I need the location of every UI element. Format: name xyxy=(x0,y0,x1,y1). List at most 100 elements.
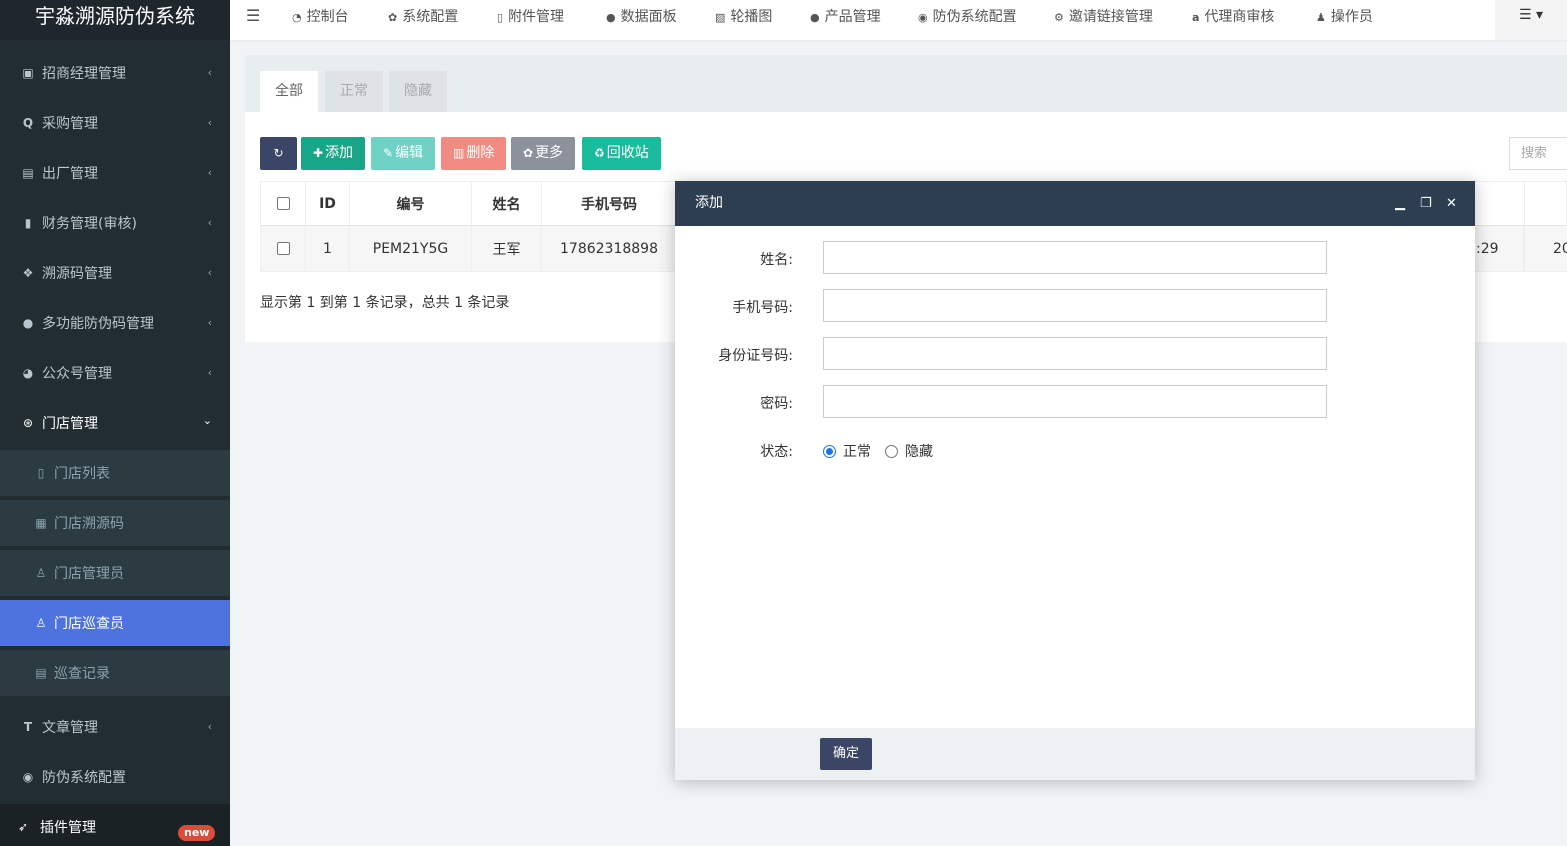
row-checkbox-cell[interactable] xyxy=(261,226,306,271)
add-button-label: 添加 xyxy=(325,145,354,161)
menu-toggle-icon[interactable]: ☰ xyxy=(246,6,260,25)
tab-all[interactable]: 全部 xyxy=(260,71,318,112)
sidebar-item-wechat[interactable]: ◕ 公众号管理 ‹ xyxy=(0,350,230,396)
more-button[interactable]: ✿ 更多 xyxy=(511,137,576,170)
chevron-left-icon: ‹ xyxy=(207,216,212,229)
dialog-header[interactable]: 添加 xyxy=(675,181,1475,226)
status-label: 状态: xyxy=(760,444,793,460)
status-normal-label[interactable]: 正常 xyxy=(843,441,871,461)
plus-icon: ✚ xyxy=(313,146,324,160)
status-hidden-label[interactable]: 隐藏 xyxy=(905,441,933,461)
delete-button[interactable]: ▥ 删除 xyxy=(441,137,507,170)
select-all-checkbox[interactable] xyxy=(276,197,290,210)
confirm-button[interactable]: 确定 xyxy=(820,738,873,770)
add-button[interactable]: ✚ 添加 xyxy=(301,137,366,170)
chevron-left-icon: ‹ xyxy=(207,166,212,179)
chevron-left-icon: ‹ xyxy=(207,266,212,279)
sidebar-item-trace-code[interactable]: ❖ 溯源码管理 ‹ xyxy=(0,250,230,296)
topnav-item-label: 附件管理 xyxy=(508,9,565,25)
settings-dropdown-icon[interactable]: ☰ ▾ xyxy=(1495,0,1567,40)
id-card-input[interactable] xyxy=(823,337,1327,370)
close-icon[interactable]: ✕ xyxy=(1446,181,1457,226)
sidebar-sub-store-inspector[interactable]: ♙ 门店巡查员 xyxy=(0,600,230,646)
sidebar-item-article[interactable]: T 文章管理 ‹ xyxy=(0,704,230,750)
sidebar-item-label: 文章管理 xyxy=(42,720,98,736)
edit-button[interactable]: ✎ 编辑 xyxy=(371,137,436,170)
sidebar-sub-store-list[interactable]: ▯ 门店列表 xyxy=(0,450,230,496)
sidebar-item-factory[interactable]: ▤ 出厂管理 ‹ xyxy=(0,150,230,196)
edit-button-label: 编辑 xyxy=(395,145,424,161)
wechat-icon: ◕ xyxy=(22,366,34,380)
topnav-item-dashboard[interactable]: ◔ 控制台 xyxy=(292,6,349,26)
maximize-icon[interactable]: ❐ xyxy=(1420,181,1432,226)
cubes-icon: ❖ xyxy=(22,266,34,280)
sidebar-item-store[interactable]: ⊛ 门店管理 ⌄ xyxy=(0,400,230,446)
select-all-checkbox-cell[interactable] xyxy=(261,182,306,225)
image-icon: ▨ xyxy=(715,11,726,24)
sidebar-sub-store-trace-code[interactable]: ▦ 门店溯源码 xyxy=(0,500,230,546)
chevron-left-icon: ‹ xyxy=(207,316,212,329)
cog-icon: ✿ xyxy=(388,11,398,24)
column-header-code[interactable]: 编号 xyxy=(350,182,472,225)
pagination-summary: 显示第 1 到第 1 条记录，总共 1 条记录 xyxy=(260,295,510,311)
column-header-phone[interactable]: 手机号码 xyxy=(542,182,677,225)
recycle-icon: ♻ xyxy=(594,146,605,160)
sidebar-item-anti-fake-code[interactable]: ● 多功能防伪码管理 ‹ xyxy=(0,300,230,346)
qrcode-icon: ▦ xyxy=(35,516,47,530)
tab-hidden[interactable]: 隐藏 xyxy=(389,71,447,112)
cell-id: 1 xyxy=(306,226,350,271)
sidebar-item-label: 招商经理管理 xyxy=(42,66,126,82)
tab-normal[interactable]: 正常 xyxy=(325,71,383,112)
sidebar-item-label: 采购管理 xyxy=(42,116,98,132)
sidebar-item-plugins[interactable]: ➶ 插件管理 new xyxy=(0,804,230,846)
topnav-item-label: 产品管理 xyxy=(824,9,881,25)
sidebar-item-anti-fake-config[interactable]: ◉ 防伪系统配置 xyxy=(0,754,230,800)
refresh-button[interactable]: ↻ xyxy=(260,137,297,170)
password-label: 密码: xyxy=(760,396,793,412)
user-icon: ♟ xyxy=(1316,11,1326,24)
password-input[interactable] xyxy=(823,385,1327,418)
topnav-item-invite-link[interactable]: ⚙ 邀请链接管理 xyxy=(1054,6,1153,26)
brand-logo[interactable]: 宇淼溯源防伪系统 xyxy=(0,0,230,40)
sidebar-item-finance[interactable]: ▮ 财务管理(审核) ‹ xyxy=(0,200,230,246)
recycle-bin-button[interactable]: ♻ 回收站 xyxy=(582,137,661,170)
name-label: 姓名: xyxy=(760,252,793,268)
column-header-id[interactable]: ID xyxy=(306,182,350,225)
search-input[interactable]: 搜索 xyxy=(1509,137,1567,170)
cell-time-partial: :29 xyxy=(1476,226,1524,271)
sidebar-item-label: 溯源码管理 xyxy=(42,266,112,282)
column-header-name[interactable]: 姓名 xyxy=(472,182,542,225)
more-button-label: 更多 xyxy=(535,145,564,161)
topnav-item-label: 防伪系统配置 xyxy=(932,9,1017,25)
sidebar-sub-label: 门店溯源码 xyxy=(54,516,124,532)
status-normal-radio[interactable] xyxy=(823,445,836,458)
chrome-icon: ◉ xyxy=(918,11,928,24)
pencil-icon: ✎ xyxy=(383,146,394,160)
sidebar-item-merchant-manager[interactable]: ▣ 招商经理管理 ‹ xyxy=(0,50,230,96)
sidebar-sub-inspection-record[interactable]: ▤ 巡查记录 xyxy=(0,650,230,696)
phone-input[interactable] xyxy=(823,289,1327,322)
topnav-item-operator[interactable]: ♟ 操作员 xyxy=(1316,6,1373,26)
sidebar-item-label: 门店管理 xyxy=(42,416,98,432)
sidebar-sub-label: 门店管理员 xyxy=(54,566,124,582)
topnav-item-attachment[interactable]: ▯ 附件管理 xyxy=(497,6,564,26)
name-input[interactable] xyxy=(823,241,1327,274)
topnav-item-agent-review[interactable]: a 代理商审核 xyxy=(1192,6,1274,26)
topnav-item-product[interactable]: ● 产品管理 xyxy=(810,6,881,26)
topnav-item-system-config[interactable]: ✿ 系统配置 xyxy=(388,6,458,26)
file-icon: ▯ xyxy=(497,11,504,24)
topnav-item-label: 轮播图 xyxy=(730,9,773,25)
chevron-left-icon: ‹ xyxy=(207,66,212,79)
topnav-item-data-panel[interactable]: ● 数据面板 xyxy=(606,6,677,26)
row-checkbox[interactable] xyxy=(276,242,290,255)
sidebar-item-label: 插件管理 xyxy=(40,820,96,836)
topnav-item-anti-fake-config[interactable]: ◉ 防伪系统配置 xyxy=(918,6,1017,26)
minimize-icon[interactable]: ▁ xyxy=(1395,181,1405,226)
topnav-item-carousel[interactable]: ▨ 轮播图 xyxy=(715,6,772,26)
sidebar-sub-store-admin[interactable]: ♙ 门店管理员 xyxy=(0,550,230,596)
sidebar-item-purchase[interactable]: Q 采购管理 ‹ xyxy=(0,100,230,146)
chevron-left-icon: ‹ xyxy=(207,366,212,379)
topnav-item-label: 数据面板 xyxy=(620,9,677,25)
sidebar-item-label: 出厂管理 xyxy=(42,166,98,182)
status-hidden-radio[interactable] xyxy=(885,445,898,458)
